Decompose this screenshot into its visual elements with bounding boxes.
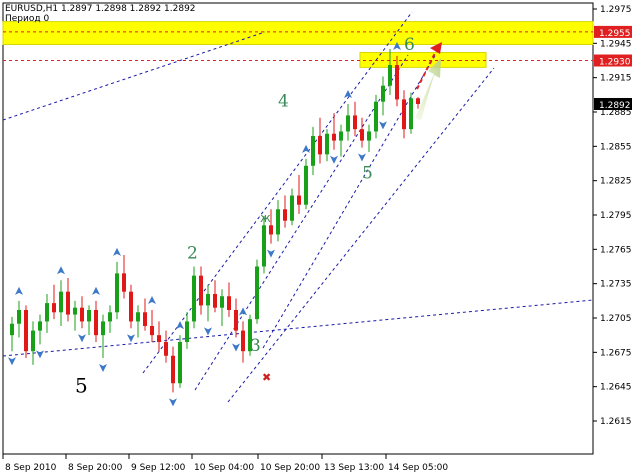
candle-body	[220, 296, 224, 308]
candle-body	[115, 273, 119, 313]
candle-body	[143, 312, 147, 327]
x-tick-label: 8 Sep 20:00	[68, 463, 123, 473]
candle-body	[388, 65, 392, 86]
wave-label: 5	[362, 163, 373, 183]
candle-body	[101, 321, 105, 336]
cross-marker: ✖	[262, 371, 271, 384]
candle-body	[122, 273, 126, 292]
candle-body	[304, 165, 308, 205]
x-tick-label: 14 Sep 05:00	[388, 463, 448, 473]
y-tick-label: 1.2645	[600, 383, 632, 393]
y-axis: 1.2975 1.2945 1.2915 1.2885 1.2855 1.2825 1.27…	[593, 5, 632, 427]
price-tag-label: 1.2955	[599, 29, 631, 39]
candle-body	[332, 133, 336, 141]
y-tick-label: 1.2885	[600, 108, 632, 118]
resistance-zone-upper	[2, 21, 594, 45]
candle-body	[395, 65, 399, 100]
candle-body	[150, 326, 154, 336]
wave-label: 2	[187, 243, 198, 263]
candle-body	[17, 309, 21, 324]
candle-body	[31, 330, 35, 352]
candle-body	[353, 115, 357, 130]
indicator-info: Период 0	[5, 14, 50, 24]
candle-body	[416, 98, 420, 104]
price-chart: ✖ ж 234565 1.29551.29301.2892 1.29751.29…	[2, 2, 632, 473]
x-tick-label: 9 Sep 12:00	[131, 463, 186, 473]
x-axis: 8 Sep 2010 8 Sep 20:00 9 Sep 12:00 10 Sep 0…	[2, 454, 448, 473]
candle-body	[262, 225, 266, 267]
candle-body	[241, 330, 245, 352]
candle-body	[290, 195, 294, 221]
y-tick-label: 1.2915	[600, 74, 632, 84]
candle-body	[311, 136, 315, 166]
candle-body	[276, 209, 280, 235]
y-tick-label: 1.2975	[600, 5, 632, 15]
y-tick-label: 1.2735	[600, 280, 632, 290]
x-tick-label: 10 Sep 04:00	[194, 463, 254, 473]
candle-body	[52, 303, 56, 313]
candle-body	[129, 291, 133, 322]
y-tick-label: 1.2945	[600, 39, 632, 49]
y-tick-label: 1.2705	[600, 314, 632, 324]
candle-body	[374, 101, 378, 132]
wave-label: 3	[250, 336, 261, 356]
candle-body	[157, 335, 161, 343]
candle-body	[192, 275, 196, 322]
candle-body	[94, 309, 98, 336]
candle-body	[213, 293, 217, 308]
y-tick-label: 1.2795	[600, 211, 632, 221]
candle-body	[339, 131, 343, 141]
x-tick-label: 13 Sep 13:00	[324, 463, 384, 473]
wave-label: 5	[75, 373, 88, 397]
candle-body	[87, 309, 91, 322]
candle-body	[171, 355, 175, 384]
candle-body	[206, 293, 210, 306]
candle-body	[381, 85, 385, 102]
candle-body	[185, 321, 189, 343]
candle-body	[24, 309, 28, 352]
wave-label: 6	[404, 35, 415, 55]
candle-body	[297, 195, 301, 205]
candle-body	[45, 303, 49, 322]
y-tick-label: 1.2765	[600, 245, 632, 255]
candle-body	[80, 307, 84, 322]
x-tick-label: 8 Sep 2010	[5, 463, 57, 473]
candle-body	[234, 309, 238, 331]
candle-body	[360, 129, 364, 141]
candle-body	[73, 307, 77, 315]
resistance-zone-lower	[359, 51, 487, 68]
candle-body	[325, 133, 329, 155]
candle-body	[59, 291, 63, 313]
y-tick-label: 1.2825	[600, 177, 632, 187]
plot-frame	[2, 2, 594, 455]
candle-body	[346, 115, 350, 132]
candle-body	[255, 266, 259, 320]
candle-body	[108, 312, 112, 322]
price-tag-label: 1.2930	[599, 58, 631, 68]
candle-body	[38, 321, 42, 331]
y-tick-label: 1.2615	[600, 417, 632, 427]
candle-body	[164, 342, 168, 356]
candle-body	[367, 131, 371, 141]
candle-body	[283, 209, 287, 221]
candle-body	[402, 99, 406, 130]
candle-body	[10, 323, 14, 336]
node-marker: ж	[260, 211, 271, 225]
candle-body	[409, 98, 413, 130]
candle-body	[136, 312, 140, 322]
y-tick-label: 1.2675	[600, 348, 632, 358]
y-tick-label: 1.2855	[600, 142, 632, 152]
x-tick-label: 10 Sep 20:00	[260, 463, 320, 473]
wave-label: 4	[278, 91, 289, 111]
candle-body	[227, 296, 231, 310]
candle-body	[269, 225, 273, 235]
candle-body	[178, 342, 182, 384]
candle-body	[66, 291, 70, 315]
candle-body	[318, 136, 322, 155]
candle-body	[199, 275, 203, 306]
